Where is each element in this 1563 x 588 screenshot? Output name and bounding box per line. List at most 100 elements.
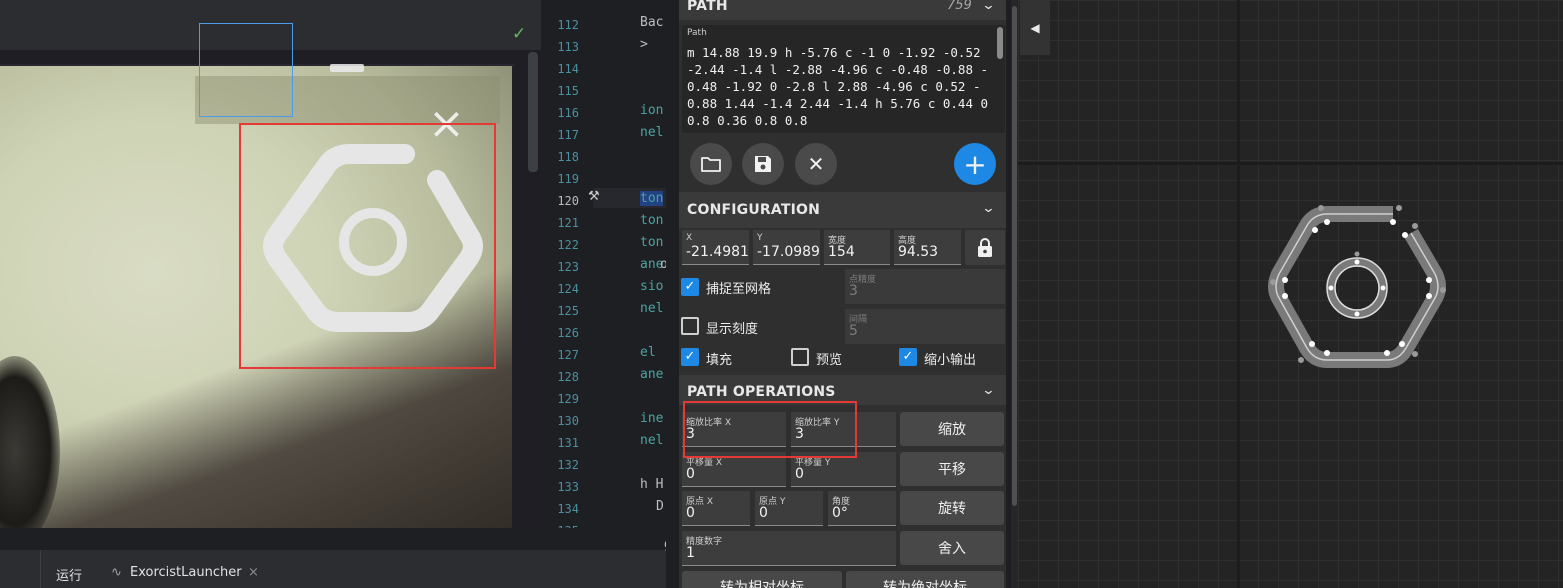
editor-scrollbar[interactable] xyxy=(528,52,538,172)
code-editor[interactable]: 112 113 114 115 116 117 118 119 120 121 … xyxy=(541,15,676,538)
line-number: 115 xyxy=(557,84,579,98)
fill-label[interactable]: 填充 xyxy=(706,349,732,368)
line-number: 119 xyxy=(557,172,579,186)
code-token: nel xyxy=(640,301,664,316)
to-relative-button[interactable]: 转为相对坐标 xyxy=(682,571,842,588)
line-number: 113 xyxy=(557,40,579,54)
minify-output-checkbox[interactable]: ✓ xyxy=(899,348,917,366)
panel-scrollbar[interactable] xyxy=(1012,6,1017,506)
divider xyxy=(40,550,41,588)
spacing-value: 5 xyxy=(849,323,858,339)
open-file-button[interactable] xyxy=(690,143,732,185)
code-token: > xyxy=(640,37,648,52)
lock-icon xyxy=(978,237,992,257)
to-absolute-button[interactable]: 转为绝对坐标 xyxy=(846,571,1004,588)
x-field-label: X xyxy=(686,233,693,243)
hammer-icon[interactable]: ⚒ xyxy=(588,189,600,204)
chevron-down-icon[interactable]: ⌄ xyxy=(981,201,995,216)
show-ticks-label[interactable]: 显示刻度 xyxy=(706,318,758,337)
rotate-button[interactable]: 旋转 xyxy=(900,491,1004,525)
code-token: D xyxy=(656,499,664,514)
path-textarea[interactable]: Path m 14.88 19.9 h -5.76 c -1 0 -1.92 -… xyxy=(682,25,1005,133)
x-field[interactable]: X -21.4981 xyxy=(682,230,749,265)
y-field[interactable]: Y -17.0989 xyxy=(753,230,820,265)
code-token: nel xyxy=(640,433,664,448)
translate-button[interactable]: 平移 xyxy=(900,452,1004,486)
preview-label[interactable]: 预览 xyxy=(816,349,842,368)
inspection-ok-icon[interactable]: ✓ xyxy=(512,24,526,44)
clear-button[interactable]: ✕ xyxy=(795,143,837,185)
angle-value[interactable]: 0° xyxy=(832,505,848,521)
code-token: sio xyxy=(640,279,664,294)
height-field-value[interactable]: 94.53 xyxy=(898,244,938,260)
line-number: 122 xyxy=(557,238,579,252)
preview-checkbox[interactable] xyxy=(791,348,809,366)
line-number: 132 xyxy=(557,458,579,472)
width-field[interactable]: 宽度 154 xyxy=(824,230,890,265)
close-icon: ✕ xyxy=(807,152,825,176)
code-token: Bac xyxy=(640,15,664,30)
panel-divider xyxy=(666,0,679,588)
horizontal-scroll-strip xyxy=(0,528,666,550)
line-number: 134 xyxy=(557,502,579,516)
path-section-header[interactable]: PATH 759 ⌄ xyxy=(679,0,1006,20)
width-field-value[interactable]: 154 xyxy=(828,244,855,260)
y-field-label: Y xyxy=(757,233,763,243)
textarea-scrollbar[interactable] xyxy=(997,27,1003,59)
add-button[interactable]: + xyxy=(954,143,996,185)
canvas-axis-line xyxy=(1018,162,1563,165)
angle-field[interactable]: 角度 0° xyxy=(828,491,896,526)
round-button[interactable]: 舍入 xyxy=(900,531,1004,565)
chevron-down-icon[interactable]: ⌄ xyxy=(981,0,995,13)
run-tab-label[interactable]: ExorcistLauncher xyxy=(130,565,242,580)
line-number: 114 xyxy=(557,62,579,76)
selection-outline[interactable] xyxy=(199,23,293,117)
line-number: 117 xyxy=(557,128,579,142)
code-token: ion xyxy=(640,103,664,118)
save-icon xyxy=(755,156,771,172)
lock-aspect-button[interactable] xyxy=(965,230,1005,265)
translate-y-value[interactable]: 0 xyxy=(795,466,804,482)
origin-y-field[interactable]: 原点 Y 0 xyxy=(755,491,823,526)
point-precision-value: 3 xyxy=(849,283,858,299)
translate-x-value[interactable]: 0 xyxy=(686,466,695,482)
code-token: ton xyxy=(640,235,664,250)
ide-toolbar xyxy=(0,0,541,18)
collapse-panel-button[interactable]: ◀ xyxy=(1020,0,1050,55)
run-tab-close-button[interactable]: × xyxy=(248,565,259,580)
path-preview-shape[interactable] xyxy=(1265,200,1460,375)
chevron-down-icon[interactable]: ⌄ xyxy=(981,383,995,398)
minify-output-label[interactable]: 缩小输出 xyxy=(924,349,976,368)
show-ticks-checkbox[interactable] xyxy=(681,317,699,335)
path-operations-title: PATH OPERATIONS xyxy=(687,384,836,400)
origin-x-value[interactable]: 0 xyxy=(686,505,695,521)
line-number: 126 xyxy=(557,326,579,340)
path-textarea-label: Path xyxy=(687,28,707,38)
path-data-text[interactable]: m 14.88 19.9 h -5.76 c -1 0 -1.92 -0.52 … xyxy=(687,44,992,129)
fill-checkbox[interactable]: ✓ xyxy=(681,348,699,366)
precision-value[interactable]: 1 xyxy=(686,545,695,561)
path-editor-panel: PATH 759 ⌄ Path m 14.88 19.9 h -5.76 c -… xyxy=(679,0,1006,588)
line-number: 129 xyxy=(557,392,579,406)
canvas-axis-line xyxy=(1237,0,1240,588)
y-field-value[interactable]: -17.0989 xyxy=(757,244,820,260)
minimize-icon[interactable] xyxy=(330,64,364,72)
configuration-section-header[interactable]: CONFIGURATION ⌄ xyxy=(679,192,1006,228)
origin-x-field[interactable]: 原点 X 0 xyxy=(682,491,750,526)
scale-button[interactable]: 缩放 xyxy=(900,412,1004,446)
precision-field[interactable]: 精度数字 1 xyxy=(682,531,896,566)
save-button[interactable] xyxy=(742,143,784,185)
chevron-left-icon: ◀ xyxy=(1030,20,1040,35)
origin-y-value[interactable]: 0 xyxy=(759,505,768,521)
snap-to-grid-checkbox[interactable]: ✓ xyxy=(681,278,699,296)
highlight-box xyxy=(683,401,857,458)
x-field-value[interactable]: -21.4981 xyxy=(686,244,749,260)
run-tool-label[interactable]: 运行 xyxy=(56,565,82,584)
point-precision-field: 点精度 3 xyxy=(845,269,1005,304)
snap-to-grid-label[interactable]: 捕捉至网格 xyxy=(706,278,771,297)
code-token: h H xyxy=(640,477,664,492)
run-config-icon: ∿ xyxy=(111,565,122,580)
height-field[interactable]: 高度 94.53 xyxy=(894,230,961,265)
code-token: el xyxy=(640,345,656,360)
line-number: 123 xyxy=(557,260,579,274)
